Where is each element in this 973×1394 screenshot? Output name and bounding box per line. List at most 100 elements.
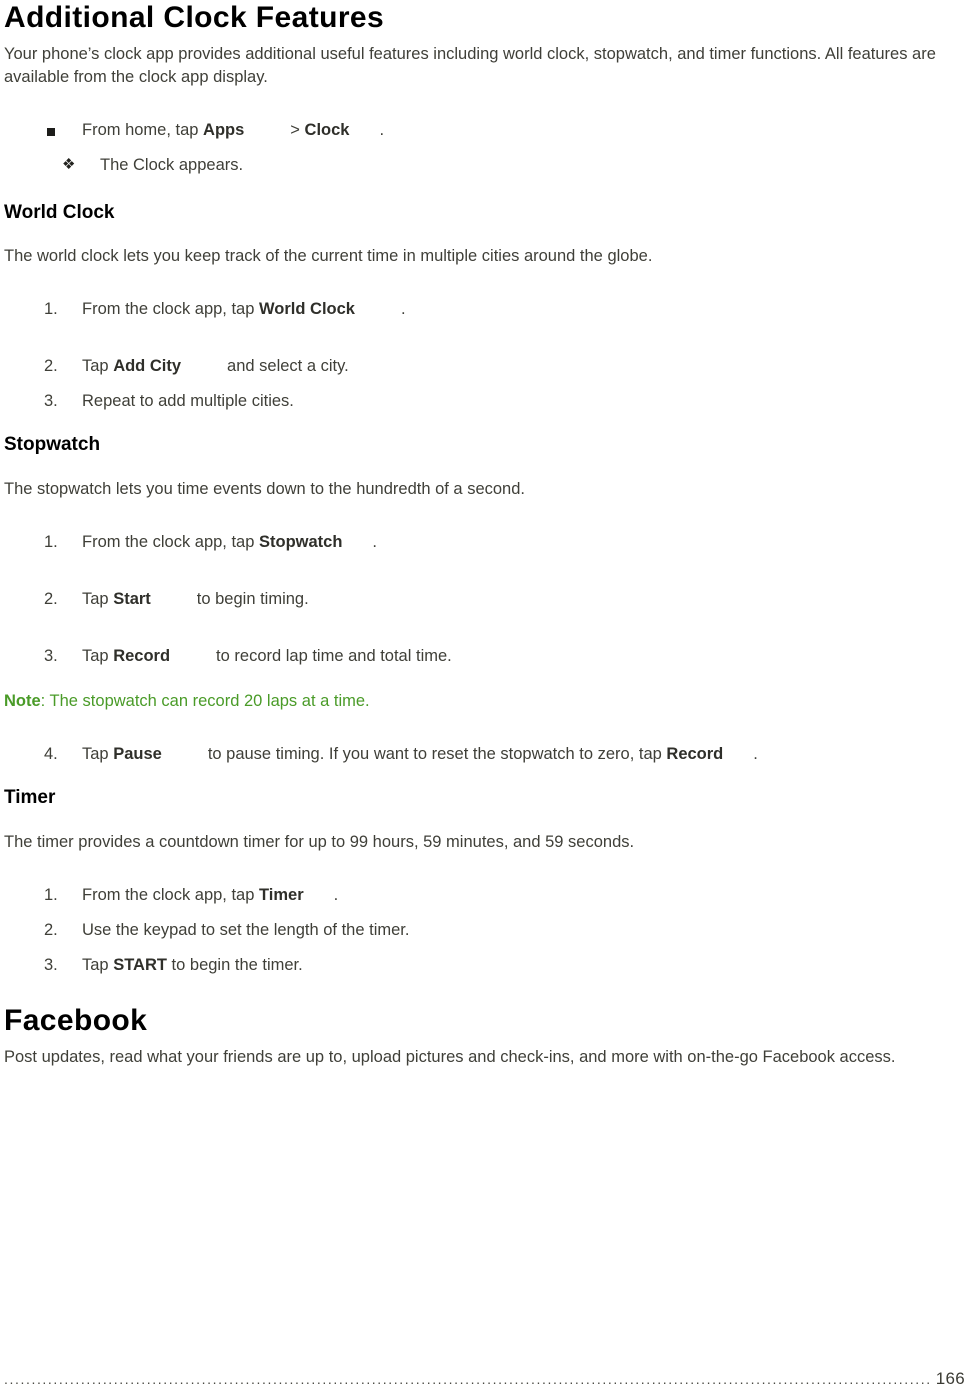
record-label: Record bbox=[113, 647, 171, 666]
result-text: The Clock appears. bbox=[100, 155, 244, 174]
open-clock-result-list: ❖ The Clock appears. bbox=[4, 154, 965, 177]
step-text-after: . bbox=[400, 300, 406, 319]
section-heading-stopwatch: Stopwatch bbox=[4, 434, 101, 456]
step-number: 3. bbox=[44, 392, 58, 411]
stopwatch-step-four: 4. Tap Pause to pause timing. If you want… bbox=[4, 743, 965, 766]
step-text-before: From home, tap bbox=[82, 120, 204, 139]
note-label: Note bbox=[4, 692, 41, 711]
step-separator: > bbox=[290, 120, 305, 139]
step-text-after: . bbox=[379, 120, 385, 139]
add-city-icon bbox=[181, 360, 227, 374]
page-number: 166 bbox=[935, 1369, 965, 1388]
list-item: 3. Tap START to begin the timer. bbox=[4, 954, 965, 977]
note-line: Note: The stopwatch can record 20 laps a… bbox=[4, 690, 965, 713]
timer-icon bbox=[304, 889, 334, 903]
step-number: 2. bbox=[44, 590, 58, 609]
apps-icon bbox=[244, 123, 290, 137]
step-text-after: . bbox=[753, 745, 758, 764]
note-text: : The stopwatch can record 20 laps at a … bbox=[40, 692, 370, 711]
step-text-before: From the clock app, tap bbox=[82, 300, 259, 319]
step-text-before: Tap bbox=[82, 745, 114, 764]
step-text: Repeat to add multiple cities. bbox=[82, 392, 294, 411]
document-page: Additional Clock Features Your phone’s c… bbox=[0, 0, 973, 1394]
section-heading-facebook: Facebook bbox=[4, 1004, 148, 1038]
step-number: 3. bbox=[44, 647, 58, 666]
step-number: 4. bbox=[44, 745, 58, 764]
clock-label: Clock bbox=[304, 120, 350, 139]
list-item: 1. From the clock app, tap World Clock. bbox=[4, 298, 965, 321]
facebook-description: Post updates, read what your friends are… bbox=[4, 1047, 896, 1066]
list-item: 2. Tap Start to begin timing. bbox=[4, 588, 965, 611]
step-text-after: . bbox=[333, 886, 339, 905]
apps-label: Apps bbox=[203, 120, 245, 139]
record-label: Record bbox=[666, 745, 724, 764]
record-icon bbox=[170, 650, 216, 664]
stopwatch-label: Stopwatch bbox=[259, 533, 343, 552]
step-text-middle: to pause timing. If you want to reset th… bbox=[207, 745, 667, 764]
stopwatch-steps: 1. From the clock app, tap Stopwatch. 2.… bbox=[4, 531, 965, 668]
timer-description: The timer provides a countdown timer for… bbox=[4, 833, 635, 852]
list-item: 2. Tap Add City and select a city. bbox=[4, 355, 965, 378]
start-label: START bbox=[113, 956, 167, 975]
world-clock-steps: 1. From the clock app, tap World Clock. … bbox=[4, 298, 965, 413]
section-heading-world-clock: World Clock bbox=[4, 201, 115, 223]
stopwatch-icon bbox=[342, 536, 372, 550]
section-heading-timer: Timer bbox=[4, 787, 56, 809]
step-text-before: Tap bbox=[82, 590, 114, 609]
list-item: ❖ The Clock appears. bbox=[4, 154, 965, 177]
list-item: 4. Tap Pause to pause timing. If you want… bbox=[4, 743, 965, 766]
record-icon bbox=[723, 748, 753, 762]
stopwatch-description: The stopwatch lets you time events down … bbox=[4, 480, 525, 499]
page-footer: ........................................… bbox=[4, 1370, 965, 1388]
step-text-before: Tap bbox=[82, 357, 114, 376]
world-clock-label: World Clock bbox=[259, 300, 355, 319]
step-number: 1. bbox=[44, 533, 58, 552]
step-text-after: and select a city. bbox=[227, 357, 349, 376]
list-item: 1. From the clock app, tap Stopwatch. bbox=[4, 531, 965, 554]
step-text-before: From the clock app, tap bbox=[82, 886, 259, 905]
intro-paragraph: Your phone’s clock app provides addition… bbox=[4, 44, 936, 86]
page-title: Additional Clock Features bbox=[4, 1, 385, 34]
step-text-after: . bbox=[372, 533, 378, 552]
step-text-before: From the clock app, tap bbox=[82, 533, 259, 552]
timer-label: Timer bbox=[259, 886, 304, 905]
open-clock-step-list: From home, tap Apps > Clock. bbox=[4, 119, 965, 142]
step-text-before: Tap bbox=[82, 647, 114, 666]
list-item: 1. From the clock app, tap Timer. bbox=[4, 884, 965, 907]
list-item: 3. Tap Record to record lap time and tota… bbox=[4, 645, 965, 668]
step-text-after: to begin the timer. bbox=[166, 956, 303, 975]
clock-icon bbox=[349, 123, 379, 137]
step-number: 2. bbox=[44, 921, 58, 940]
step-text-before: Tap bbox=[82, 956, 114, 975]
step-number: 2. bbox=[44, 357, 58, 376]
list-item: From home, tap Apps > Clock. bbox=[4, 119, 965, 142]
pause-icon bbox=[162, 748, 208, 762]
list-item: 3. Repeat to add multiple cities. bbox=[4, 390, 965, 413]
square-bullet-icon bbox=[47, 127, 55, 136]
world-clock-description: The world clock lets you keep track of t… bbox=[4, 247, 653, 266]
step-number: 1. bbox=[44, 300, 58, 319]
step-number: 1. bbox=[44, 886, 58, 905]
add-city-label: Add City bbox=[113, 357, 182, 376]
step-text: Use the keypad to set the length of the … bbox=[82, 921, 410, 940]
step-number: 3. bbox=[44, 956, 58, 975]
footer-leader-dots: ........................................… bbox=[4, 1371, 932, 1387]
step-text-after: to record lap time and total time. bbox=[216, 647, 452, 666]
timer-steps: 1. From the clock app, tap Timer. 2. Use… bbox=[4, 884, 965, 977]
list-item: 2. Use the keypad to set the length of t… bbox=[4, 919, 965, 942]
pause-label: Pause bbox=[113, 745, 162, 764]
